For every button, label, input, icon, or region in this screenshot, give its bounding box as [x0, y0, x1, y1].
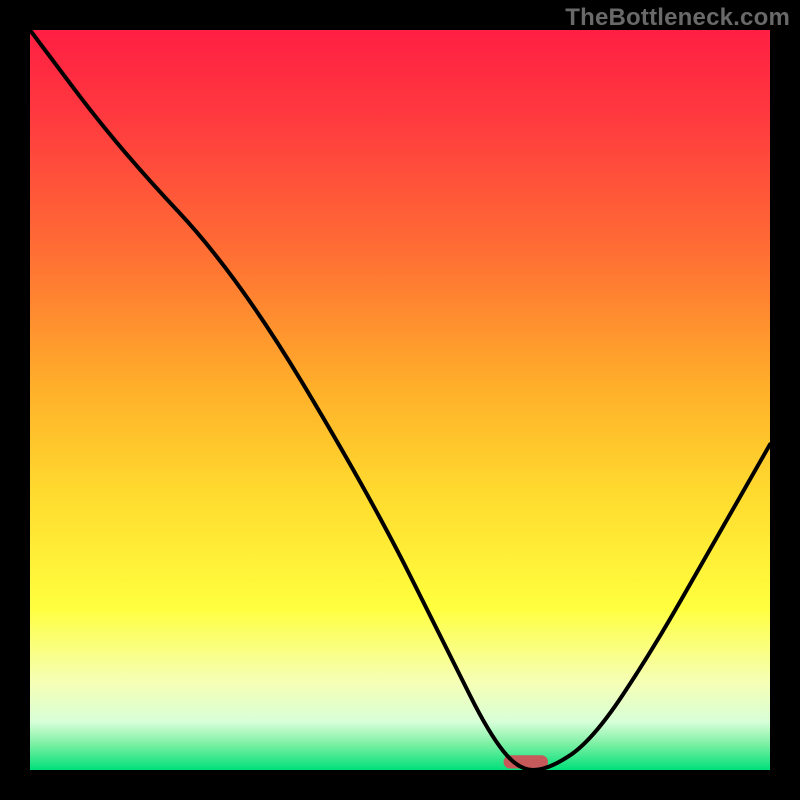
- bottleneck-chart: [30, 30, 770, 770]
- chart-frame: TheBottleneck.com: [0, 0, 800, 800]
- watermark-text: TheBottleneck.com: [565, 4, 790, 32]
- gradient-background: [30, 30, 770, 770]
